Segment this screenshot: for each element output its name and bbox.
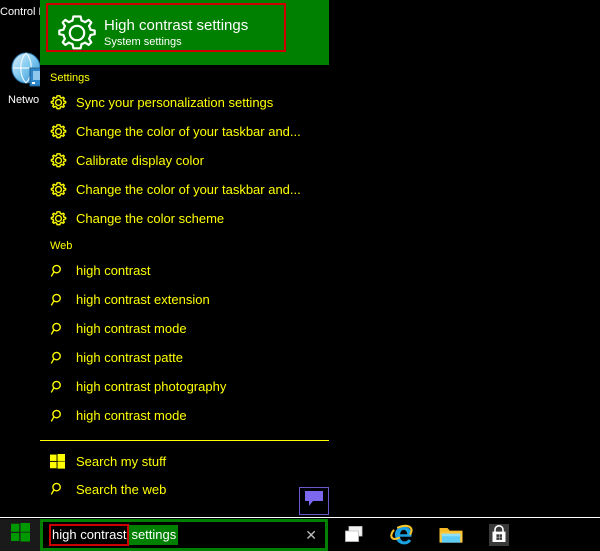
result-item-label: Sync your personalization settings bbox=[76, 95, 273, 110]
gear-icon bbox=[50, 151, 76, 171]
result-item-label: Change the color of your taskbar and... bbox=[76, 182, 301, 197]
windows-logo-icon bbox=[11, 523, 30, 547]
section-settings: Settings Sync your personalization setti… bbox=[40, 65, 329, 233]
result-item-web[interactable]: high contrast photography bbox=[40, 372, 329, 401]
search-input-text: high contrastsettings bbox=[49, 524, 178, 546]
gear-icon bbox=[50, 209, 76, 229]
gear-icon bbox=[50, 12, 104, 54]
search-the-web-action[interactable]: Search the web bbox=[40, 475, 329, 503]
result-item-label: high contrast patte bbox=[76, 350, 183, 365]
feedback-button[interactable] bbox=[299, 487, 329, 515]
gear-icon bbox=[50, 180, 76, 200]
search-icon bbox=[50, 319, 76, 339]
result-item-label: high contrast photography bbox=[76, 379, 226, 394]
search-suggestion-text: settings bbox=[129, 525, 178, 545]
result-item-label: high contrast mode bbox=[76, 408, 187, 423]
action-label: Search the web bbox=[76, 482, 166, 497]
close-icon[interactable]: ✕ bbox=[305, 528, 317, 542]
search-icon bbox=[50, 479, 76, 499]
store-icon[interactable] bbox=[484, 520, 514, 550]
result-item-web[interactable]: high contrast mode bbox=[40, 401, 329, 430]
result-item-label: Change the color of your taskbar and... bbox=[76, 124, 301, 139]
result-item-settings[interactable]: Change the color of your taskbar and... bbox=[40, 117, 329, 146]
gear-icon bbox=[50, 93, 76, 113]
result-item-web[interactable]: high contrast patte bbox=[40, 343, 329, 372]
result-item-web[interactable]: high contrast bbox=[40, 256, 329, 285]
result-item-settings[interactable]: Change the color scheme bbox=[40, 204, 329, 233]
result-item-web[interactable]: high contrast mode bbox=[40, 314, 329, 343]
task-view-icon[interactable] bbox=[340, 520, 370, 550]
search-icon bbox=[50, 406, 76, 426]
action-label: Search my stuff bbox=[76, 454, 166, 469]
result-item-label: high contrast bbox=[76, 263, 150, 278]
start-button[interactable] bbox=[0, 519, 40, 551]
best-match-subtitle: System settings bbox=[104, 35, 248, 49]
search-icon bbox=[50, 377, 76, 397]
result-item-settings[interactable]: Change the color of your taskbar and... bbox=[40, 175, 329, 204]
best-match-title: High contrast settings bbox=[104, 17, 248, 35]
search-icon bbox=[50, 348, 76, 368]
section-header-settings: Settings bbox=[40, 65, 329, 88]
internet-explorer-icon[interactable] bbox=[388, 520, 418, 550]
taskbar: high contrastsettings ✕ bbox=[0, 517, 600, 551]
windows-icon bbox=[50, 451, 76, 471]
search-input-inner[interactable]: high contrastsettings ✕ bbox=[43, 522, 325, 548]
search-icon bbox=[50, 290, 76, 310]
gear-icon bbox=[50, 122, 76, 142]
desktop: Control P Netwo bbox=[0, 0, 600, 517]
best-match-text: High contrast settings System settings bbox=[104, 17, 248, 49]
taskbar-pinned-icons bbox=[340, 520, 514, 550]
taskbar-search-box[interactable]: high contrastsettings ✕ bbox=[40, 519, 328, 551]
section-header-web: Web bbox=[40, 233, 329, 256]
search-results-panel: High contrast settings System settings S… bbox=[40, 0, 329, 517]
search-my-stuff-action[interactable]: Search my stuff bbox=[40, 447, 329, 475]
result-item-label: Calibrate display color bbox=[76, 153, 204, 168]
result-item-settings[interactable]: Calibrate display color bbox=[40, 146, 329, 175]
feedback-bubble-icon bbox=[304, 490, 324, 513]
section-web: Web high contrast high contrast extensio… bbox=[40, 233, 329, 430]
result-item-label: high contrast mode bbox=[76, 321, 187, 336]
file-explorer-icon[interactable] bbox=[436, 520, 466, 550]
result-item-label: Change the color scheme bbox=[76, 211, 224, 226]
search-icon bbox=[50, 261, 76, 281]
panel-divider bbox=[40, 440, 329, 441]
result-item-label: high contrast extension bbox=[76, 292, 210, 307]
result-item-web[interactable]: high contrast extension bbox=[40, 285, 329, 314]
search-typed-text: high contrast bbox=[49, 524, 129, 546]
result-item-settings[interactable]: Sync your personalization settings bbox=[40, 88, 329, 117]
best-match-result[interactable]: High contrast settings System settings bbox=[40, 0, 329, 65]
